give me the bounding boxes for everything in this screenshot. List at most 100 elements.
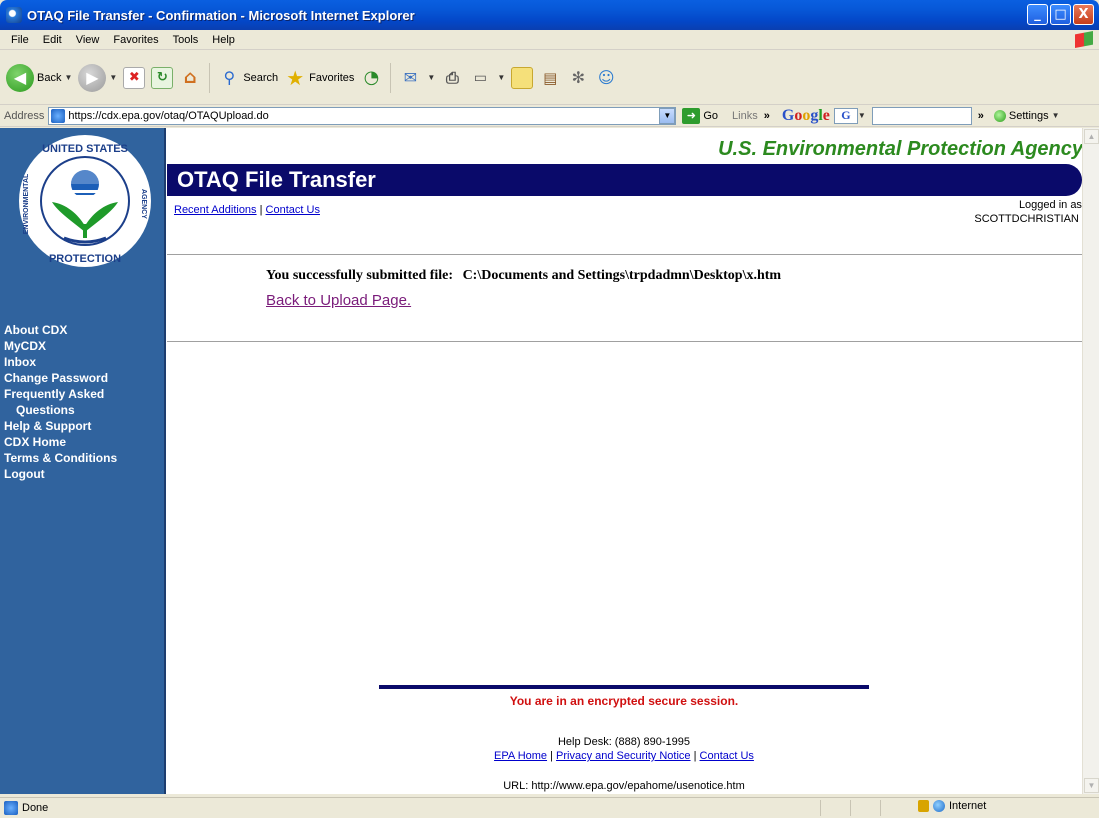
go-arrow-icon: ➜ xyxy=(682,107,701,124)
back-dropdown-icon[interactable]: ▼ xyxy=(64,73,72,82)
edit-icon[interactable]: ▭ xyxy=(469,67,491,89)
footer-contact-us-link[interactable]: Contact Us xyxy=(700,750,754,762)
links-label[interactable]: Links xyxy=(732,110,758,122)
go-button[interactable]: ➜ Go xyxy=(682,107,719,124)
window-controls: _ □ X xyxy=(1027,4,1094,25)
seal-right-text: AGENCY xyxy=(140,189,147,219)
nav-logout[interactable]: Logout xyxy=(4,466,117,482)
notes-icon[interactable] xyxy=(511,66,534,89)
minimize-button[interactable]: _ xyxy=(1027,4,1048,25)
help-desk-phone: Help Desk: (888) 890-1995 xyxy=(557,736,691,748)
footer-links: EPA Home | Privacy and Security Notice |… xyxy=(379,750,869,762)
nav-change-password[interactable]: Change Password xyxy=(4,370,117,386)
home-icon[interactable]: ⌂ xyxy=(179,67,201,89)
epa-home-link[interactable]: EPA Home xyxy=(494,750,547,762)
footer-divider xyxy=(379,685,869,689)
nav-faq[interactable]: Frequently Asked xyxy=(4,386,117,402)
maximize-button[interactable]: □ xyxy=(1050,4,1071,25)
google-dropdown-icon[interactable]: ▼ xyxy=(858,111,866,120)
favorites-label: Favorites xyxy=(309,71,355,84)
back-button[interactable]: ◀ Back ▼ xyxy=(6,63,72,92)
menu-bar: File Edit View Favorites Tools Help xyxy=(0,30,1099,50)
research-icon[interactable]: ▤ xyxy=(539,67,561,89)
window-title: OTAQ File Transfer - Confirmation - Micr… xyxy=(27,7,415,23)
google-chevron-icon[interactable]: » xyxy=(978,110,984,122)
nav-about-cdx[interactable]: About CDX xyxy=(4,322,117,338)
recent-additions-link[interactable]: Recent Additions xyxy=(174,204,257,216)
privacy-notice-link[interactable]: Privacy and Security Notice xyxy=(556,750,691,762)
internet-globe-icon xyxy=(933,800,945,812)
nav-faq-questions[interactable]: Questions xyxy=(4,402,117,418)
close-button[interactable]: X xyxy=(1073,4,1094,25)
mail-dropdown-icon[interactable]: ▼ xyxy=(427,73,435,82)
forward-button[interactable]: ▶ ▼ xyxy=(78,63,117,92)
page-viewport: UNITED STATES PROTECTION ENVIRONMENTAL A… xyxy=(0,128,1099,794)
favorites-button[interactable]: ★ Favorites xyxy=(284,65,355,90)
secure-session-message: You are in an encrypted secure session. xyxy=(509,694,739,708)
menu-file[interactable]: File xyxy=(4,34,36,46)
epa-seal-logo: UNITED STATES PROTECTION ENVIRONMENTAL A… xyxy=(19,135,151,267)
footer-separator: | xyxy=(550,750,553,762)
mail-icon[interactable]: ✉ xyxy=(399,67,421,89)
status-pane xyxy=(880,800,910,816)
favorites-star-icon: ★ xyxy=(286,65,305,90)
lock-icon xyxy=(918,800,929,812)
back-to-upload-link[interactable]: Back to Upload Page. xyxy=(266,292,411,309)
windows-flag-icon xyxy=(1075,31,1093,48)
status-pane xyxy=(850,800,880,816)
ie-icon xyxy=(6,7,22,23)
search-button[interactable]: ⚲ Search xyxy=(218,67,278,89)
nav-mycdx[interactable]: MyCDX xyxy=(4,338,117,354)
nav-terms-conditions[interactable]: Terms & Conditions xyxy=(4,450,117,466)
contact-us-link[interactable]: Contact Us xyxy=(266,204,320,216)
seal-top-text: UNITED STATES xyxy=(42,143,128,155)
menu-tools[interactable]: Tools xyxy=(166,34,206,46)
logged-in-label: Logged in as, xyxy=(1018,199,1085,211)
seal-left-text: ENVIRONMENTAL xyxy=(23,173,30,234)
toolbar-separator xyxy=(209,62,211,93)
agency-name: U.S. Environmental Protection Agency xyxy=(718,138,1083,160)
search-icon: ⚲ xyxy=(223,68,236,87)
go-label: Go xyxy=(703,109,719,122)
refresh-icon[interactable]: ↻ xyxy=(151,66,174,89)
divider-bottom xyxy=(167,341,1083,342)
toolbar-separator xyxy=(390,62,392,93)
zone-label: Internet xyxy=(949,800,987,812)
security-zone[interactable]: Internet xyxy=(918,800,986,812)
settings-button[interactable]: Settings ▼ xyxy=(993,109,1060,122)
google-search-input[interactable] xyxy=(871,106,972,125)
left-sidebar: UNITED STATES PROTECTION ENVIRONMENTAL A… xyxy=(0,128,166,794)
status-pane xyxy=(820,800,850,816)
messenger-icon[interactable]: ✻ xyxy=(567,67,589,89)
address-input[interactable]: https://cdx.epa.gov/otaq/OTAQUpload.do ▼ xyxy=(48,106,677,125)
back-arrow-icon: ◀ xyxy=(6,63,34,92)
address-bar: Address https://cdx.epa.gov/otaq/OTAQUpl… xyxy=(0,105,1099,127)
google-g-button[interactable]: G xyxy=(833,107,858,124)
stop-icon[interactable]: ✖ xyxy=(123,66,146,89)
print-icon[interactable]: ⎙ xyxy=(441,67,463,89)
nav-cdx-home[interactable]: CDX Home xyxy=(4,434,117,450)
links-chevron-icon[interactable]: » xyxy=(764,110,770,122)
contacts-icon[interactable]: ☺ xyxy=(595,67,617,89)
scroll-up-icon[interactable]: ▲ xyxy=(1084,129,1099,144)
nav-inbox[interactable]: Inbox xyxy=(4,354,117,370)
back-label: Back xyxy=(37,71,62,84)
success-prefix: You successfully submitted file: xyxy=(266,268,454,283)
scroll-down-icon[interactable]: ▼ xyxy=(1084,778,1099,793)
status-panes xyxy=(820,800,910,816)
address-dropdown-icon[interactable]: ▼ xyxy=(659,107,676,124)
standard-toolbar: ◀ Back ▼ ▶ ▼ ✖ ↻ ⌂ ⚲ Search ★ Favorites … xyxy=(0,51,1099,105)
history-icon[interactable]: ◔ xyxy=(360,67,382,89)
address-label: Address xyxy=(4,109,45,122)
menu-help[interactable]: Help xyxy=(205,34,242,46)
edit-dropdown-icon[interactable]: ▼ xyxy=(497,73,505,82)
left-nav: About CDX MyCDX Inbox Change Password Fr… xyxy=(4,322,117,482)
vertical-scrollbar[interactable]: ▲ ▼ xyxy=(1082,128,1099,794)
menu-favorites[interactable]: Favorites xyxy=(106,34,165,46)
forward-dropdown-icon[interactable]: ▼ xyxy=(109,73,117,82)
menu-edit[interactable]: Edit xyxy=(36,34,69,46)
menu-view[interactable]: View xyxy=(69,34,107,46)
nav-help-support[interactable]: Help & Support xyxy=(4,418,117,434)
forward-arrow-icon: ▶ xyxy=(78,63,107,92)
settings-dropdown-icon: ▼ xyxy=(1051,111,1060,120)
